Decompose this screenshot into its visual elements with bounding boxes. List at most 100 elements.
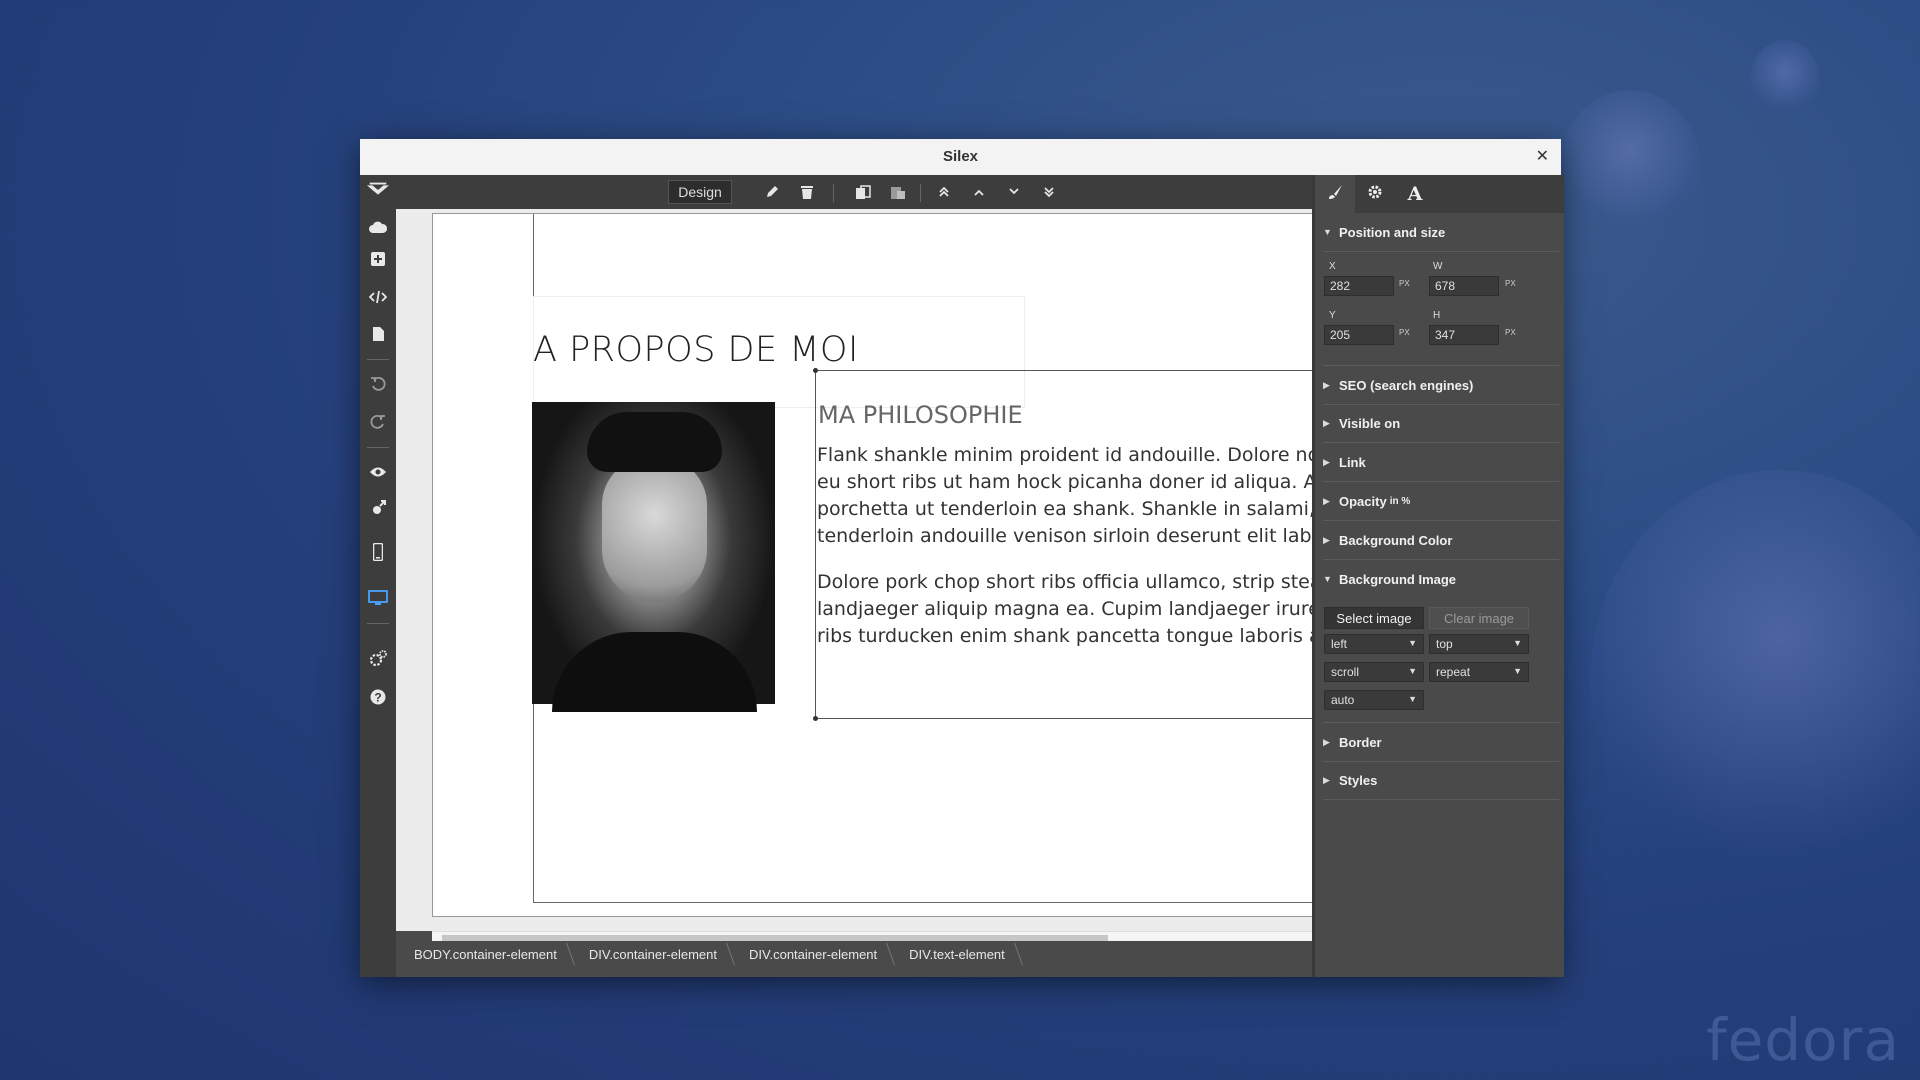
bg-repeat-select[interactable]: repeat ▼ — [1429, 662, 1529, 682]
website-canvas[interactable]: A PROPOS DE MOI MA PHILOSOPHIE Flank sha… — [432, 213, 1329, 917]
select-value: auto — [1331, 693, 1355, 707]
section-title: SEO (search engines) — [1339, 377, 1474, 393]
section-position-size[interactable]: ▼ Position and size — [1323, 213, 1559, 252]
select-value: top — [1436, 637, 1453, 651]
caret-down-icon: ▼ — [1323, 574, 1332, 584]
bg-size-select[interactable]: auto ▼ — [1324, 690, 1424, 710]
unit-label: PX — [1399, 279, 1410, 288]
copy-icon[interactable] — [850, 180, 876, 204]
section-styles[interactable]: ▶ Styles — [1323, 761, 1559, 800]
paragraph-line: Flank shankle minim proident id andouill… — [817, 444, 1329, 466]
caret-right-icon: ▶ — [1323, 534, 1330, 545]
caret-right-icon: ▶ — [1323, 456, 1330, 467]
publish-icon[interactable] — [366, 497, 390, 521]
breadcrumb-item[interactable]: BODY.container-element — [396, 947, 571, 962]
section-background-image[interactable]: ▼ Background Image — [1323, 560, 1559, 598]
height-field[interactable] — [1429, 325, 1499, 345]
eye-icon[interactable] — [366, 460, 390, 484]
paste-icon[interactable] — [885, 180, 911, 204]
title-bar: Silex ✕ — [360, 139, 1561, 176]
section-seo[interactable]: ▶ SEO (search engines) — [1323, 365, 1559, 405]
caret-right-icon: ▶ — [1323, 774, 1330, 785]
caret-right-icon: ▶ — [1323, 379, 1330, 390]
y-field[interactable] — [1324, 325, 1394, 345]
bg-position-x-select[interactable]: left ▼ — [1324, 634, 1424, 654]
section-background-color[interactable]: ▶ Background Color — [1323, 521, 1559, 560]
section-title: Link — [1339, 454, 1366, 470]
section-title: Position and size — [1339, 224, 1446, 240]
close-icon[interactable]: ✕ — [1536, 146, 1549, 166]
bg-attachment-select[interactable]: scroll ▼ — [1324, 662, 1424, 682]
paragraph-line: landjaeger aliquip magna ea. Cupim landj… — [817, 598, 1329, 620]
caret-down-icon: ▼ — [1513, 638, 1522, 648]
w-label: W — [1433, 261, 1443, 272]
edit-icon[interactable] — [760, 180, 784, 204]
svg-text:?: ? — [374, 691, 381, 705]
unit-label: PX — [1399, 328, 1410, 337]
breadcrumb-item[interactable]: DIV.container-element — [571, 947, 731, 962]
width-field[interactable] — [1429, 276, 1499, 296]
desktop-icon[interactable] — [366, 586, 390, 610]
caret-down-icon: ▼ — [1408, 666, 1417, 676]
mobile-icon[interactable] — [366, 540, 390, 564]
window-title: Silex — [942, 148, 979, 165]
selected-text-element[interactable]: MA PHILOSOPHIE Flank shankle minim proid… — [813, 368, 1329, 721]
section-opacity[interactable]: ▶ Opacity in % — [1323, 482, 1559, 521]
move-up-icon[interactable] — [967, 180, 991, 204]
resize-handle[interactable] — [813, 368, 818, 373]
separator — [367, 447, 389, 448]
undo-icon[interactable] — [366, 372, 390, 396]
portrait-image[interactable] — [532, 402, 775, 712]
separator — [920, 184, 921, 202]
caret-down-icon: ▼ — [1323, 227, 1332, 237]
section-border[interactable]: ▶ Border — [1323, 722, 1559, 762]
cloud-icon[interactable] — [366, 215, 390, 239]
file-icon[interactable] — [366, 322, 390, 346]
tab-settings[interactable] — [1355, 175, 1395, 213]
add-icon[interactable] — [366, 247, 390, 271]
background-jellyfish — [1750, 40, 1820, 120]
breadcrumb-item[interactable]: DIV.container-element — [731, 947, 891, 962]
section-title: Background Color — [1339, 532, 1453, 548]
section-title: Border — [1339, 734, 1382, 750]
clear-image-button[interactable]: Clear image — [1429, 607, 1529, 629]
paragraph-line: tenderloin andouille venison sirloin des… — [817, 525, 1329, 547]
x-field[interactable] — [1324, 276, 1394, 296]
select-image-button[interactable]: Select image — [1324, 607, 1424, 629]
move-down-icon[interactable] — [1002, 180, 1026, 204]
text-format-icon: A — [1407, 183, 1423, 205]
section-title: Visible on — [1339, 415, 1401, 431]
separator — [833, 184, 834, 202]
redo-icon[interactable] — [366, 410, 390, 434]
paragraph-line: Dolore pork chop short ribs officia ulla… — [817, 571, 1329, 593]
separator — [367, 359, 389, 360]
design-mode-button[interactable]: Design — [668, 180, 732, 204]
section-subtitle: MA PHILOSOPHIE — [818, 401, 1023, 429]
delete-icon[interactable] — [795, 180, 819, 204]
breadcrumb: BODY.container-element DIV.container-ele… — [396, 941, 1346, 967]
caret-down-icon: ▼ — [1513, 666, 1522, 676]
code-icon[interactable] — [366, 285, 390, 309]
section-title: Opacity — [1339, 493, 1387, 509]
app-window: Silex ✕ ? Design A PROPOS DE MOI MA PHIL… — [360, 139, 1564, 977]
move-to-top-icon[interactable] — [932, 180, 956, 204]
caret-right-icon: ▶ — [1323, 495, 1330, 506]
section-visible-on[interactable]: ▶ Visible on — [1323, 404, 1559, 443]
breadcrumb-item[interactable]: DIV.text-element — [891, 947, 1019, 962]
h-label: H — [1433, 310, 1441, 321]
portrait-shirt — [552, 632, 757, 712]
caret-down-icon: ▼ — [1408, 694, 1417, 704]
settings-icon[interactable] — [366, 647, 390, 671]
resize-handle[interactable] — [813, 716, 818, 721]
tab-text[interactable]: A — [1395, 175, 1435, 213]
paragraph-line: eu short ribs ut ham hock picanha doner … — [817, 471, 1329, 493]
help-icon[interactable]: ? — [366, 685, 390, 709]
background-jellyfish — [1590, 470, 1920, 890]
tab-style[interactable] — [1315, 175, 1355, 213]
page-title[interactable]: A PROPOS DE MOI — [533, 330, 859, 370]
silex-logo-icon[interactable] — [366, 178, 390, 202]
paragraph-line: ribs turducken enim shank pancetta tongu… — [817, 625, 1329, 647]
move-to-bottom-icon[interactable] — [1037, 180, 1061, 204]
bg-position-y-select[interactable]: top ▼ — [1429, 634, 1529, 654]
section-link[interactable]: ▶ Link — [1323, 443, 1559, 482]
